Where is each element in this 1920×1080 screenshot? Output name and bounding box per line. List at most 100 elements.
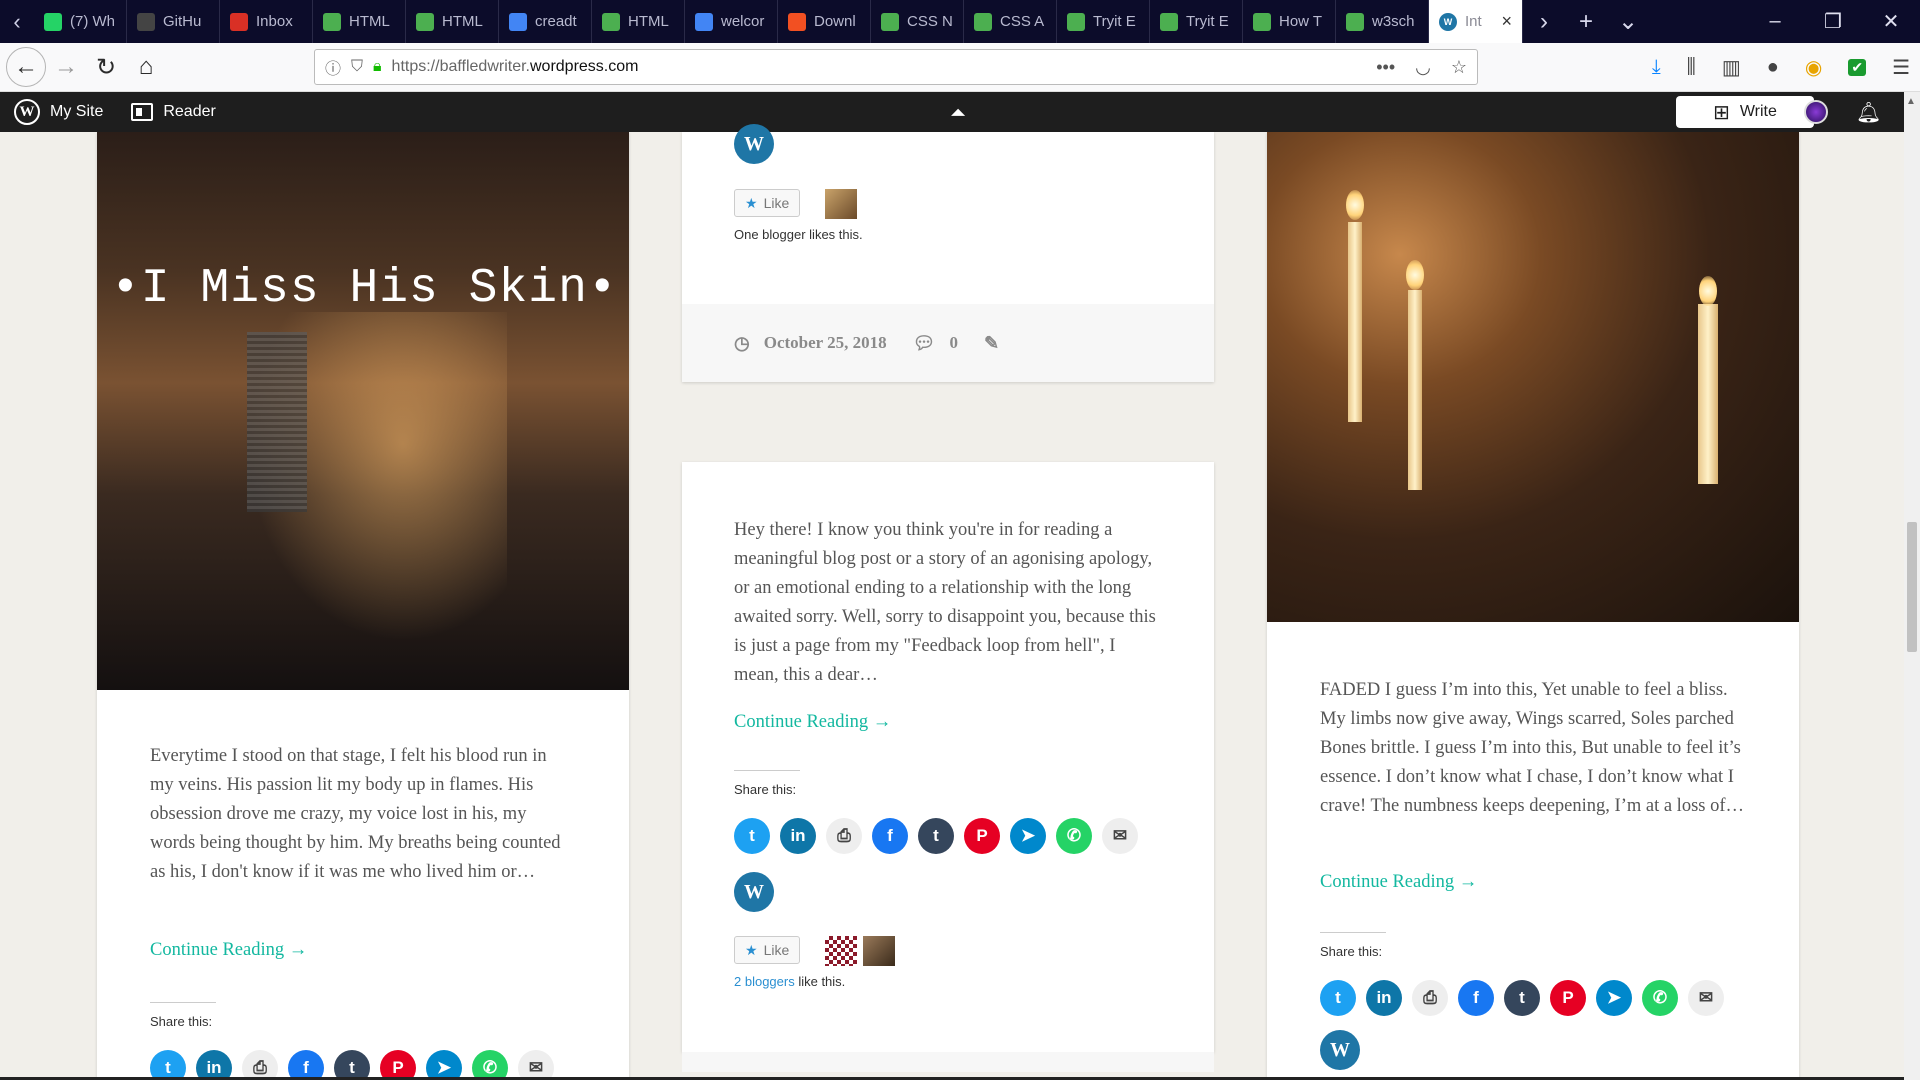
share-email-icon[interactable]: ✉ <box>1102 818 1138 854</box>
tab-item[interactable]: Tryit E <box>1057 0 1150 43</box>
like-button[interactable]: ★ Like <box>734 936 801 964</box>
list-all-tabs-button[interactable]: ⌄ <box>1607 7 1649 36</box>
tab-item[interactable]: Inbox <box>220 0 313 43</box>
minimize-button[interactable]: – <box>1746 10 1804 33</box>
close-tab-icon[interactable]: × <box>1501 11 1512 32</box>
post-image-candles[interactable] <box>1267 132 1799 622</box>
tab-item[interactable]: HTML <box>592 0 685 43</box>
close-window-button[interactable]: ✕ <box>1862 9 1920 34</box>
post-image-night-street[interactable]: •I Miss His Skin• <box>97 132 629 690</box>
share-twitter-icon[interactable]: t <box>734 818 770 854</box>
share-whatsapp-icon[interactable]: ✆ <box>1642 980 1678 1016</box>
share-telegram-icon[interactable]: ➤ <box>1010 818 1046 854</box>
share-tumblr-icon[interactable]: t <box>918 818 954 854</box>
extension-icon[interactable]: ◉ <box>1805 55 1822 80</box>
tab-item[interactable]: HTML <box>313 0 406 43</box>
share-wordpress-icon[interactable]: W <box>1320 1030 1360 1070</box>
library-icon[interactable]: ⫼ <box>1687 56 1696 79</box>
reader-link[interactable]: Reader <box>117 92 229 132</box>
share-facebook-icon[interactable]: f <box>1458 980 1494 1016</box>
bookmark-star-icon[interactable]: ☆ <box>1451 57 1467 78</box>
url-bar[interactable]: ⓘ ⛉ 🔒︎ https://baffledwriter.wordpress.c… <box>314 49 1478 85</box>
notifications-icon[interactable]: 🔔︎ <box>1856 100 1881 125</box>
pocket-icon[interactable]: ◡ <box>1415 57 1431 78</box>
liker-avatar[interactable] <box>863 936 895 966</box>
tab-item[interactable]: CSS N <box>871 0 964 43</box>
tab-item[interactable]: Downl <box>778 0 871 43</box>
page-scrollbar[interactable]: ▲ <box>1904 92 1920 1080</box>
home-button[interactable]: ⌂ <box>126 47 166 87</box>
new-tab-button[interactable]: + <box>1565 8 1607 36</box>
scroll-up-arrow-icon[interactable]: ▲ <box>1906 96 1916 107</box>
share-print-icon[interactable]: ⎙ <box>242 1050 278 1080</box>
write-button[interactable]: ⊞ Write <box>1676 96 1814 128</box>
menu-icon[interactable]: ☰ <box>1892 55 1910 80</box>
avatar[interactable] <box>1804 100 1828 124</box>
flame-shape <box>1406 260 1424 290</box>
comment-count[interactable]: 0 <box>950 333 959 353</box>
scrollbar-thumb[interactable] <box>1907 522 1917 652</box>
w3schools-icon <box>323 12 341 31</box>
share-linkedin-icon[interactable]: in <box>196 1050 232 1080</box>
tab-item[interactable]: GitHu <box>127 0 220 43</box>
lock-icon[interactable]: 🔒︎ <box>373 58 382 76</box>
share-whatsapp-icon[interactable]: ✆ <box>1056 818 1092 854</box>
post-date[interactable]: October 25, 2018 <box>764 333 887 353</box>
sidebar-icon[interactable]: ▥ <box>1722 55 1741 80</box>
liker-avatar[interactable] <box>825 936 857 966</box>
share-wordpress-icon[interactable]: W <box>734 124 774 164</box>
share-tumblr-icon[interactable]: t <box>334 1050 370 1080</box>
continue-reading-link[interactable]: Continue Reading → <box>1320 872 1477 893</box>
share-facebook-icon[interactable]: f <box>288 1050 324 1080</box>
share-email-icon[interactable]: ✉ <box>1688 980 1724 1016</box>
back-button[interactable]: ← <box>6 47 46 87</box>
share-print-icon[interactable]: ⎙ <box>1412 980 1448 1016</box>
share-linkedin-icon[interactable]: in <box>1366 980 1402 1016</box>
tab-item[interactable]: How T <box>1243 0 1336 43</box>
tab-item[interactable]: (7) Wh <box>34 0 127 43</box>
comments-icon[interactable]: 💬︎ <box>913 333 936 354</box>
share-print-icon[interactable]: ⎙ <box>826 818 862 854</box>
share-telegram-icon[interactable]: ➤ <box>426 1050 462 1080</box>
like-button[interactable]: ★ Like <box>734 189 801 217</box>
check-extension-icon[interactable]: ✔ <box>1848 58 1867 76</box>
share-twitter-icon[interactable]: t <box>1320 980 1356 1016</box>
share-linkedin-icon[interactable]: in <box>780 818 816 854</box>
share-pinterest-icon[interactable]: P <box>964 818 1000 854</box>
share-wordpress-icon[interactable]: W <box>734 872 774 912</box>
share-pinterest-icon[interactable]: P <box>380 1050 416 1080</box>
share-whatsapp-icon[interactable]: ✆ <box>472 1050 508 1080</box>
liker-avatar[interactable] <box>825 189 857 219</box>
tab-item[interactable]: w3sch <box>1336 0 1429 43</box>
tab-item[interactable]: Tryit E <box>1150 0 1243 43</box>
info-icon[interactable]: ⓘ <box>325 55 341 79</box>
reload-button[interactable]: ↻ <box>86 47 126 87</box>
edit-icon[interactable]: ✎ <box>984 333 999 354</box>
scroll-top-icon[interactable]: ⏶ <box>950 102 966 125</box>
share-twitter-icon[interactable]: t <box>150 1050 186 1080</box>
tab-label: HTML <box>442 13 483 30</box>
tab-label: Tryit E <box>1186 13 1229 30</box>
account-icon[interactable]: ● <box>1767 56 1779 79</box>
share-facebook-icon[interactable]: f <box>872 818 908 854</box>
download-icon[interactable]: ⤓ <box>1652 56 1661 79</box>
shield-icon[interactable]: ⛉ <box>351 58 363 76</box>
tab-item[interactable]: welcor <box>685 0 778 43</box>
my-site-link[interactable]: W My Site <box>0 92 117 132</box>
share-email-icon[interactable]: ✉ <box>518 1050 554 1080</box>
likes-link[interactable]: 2 bloggers <box>734 974 795 989</box>
share-tumblr-icon[interactable]: t <box>1504 980 1540 1016</box>
tab-item[interactable]: CSS A <box>964 0 1057 43</box>
forward-button[interactable]: → <box>46 47 86 87</box>
restore-button[interactable]: ❐ <box>1804 9 1862 34</box>
tabs-scroll-right-button[interactable]: › <box>1523 8 1565 36</box>
tab-item[interactable]: creadt <box>499 0 592 43</box>
tab-item[interactable]: HTML <box>406 0 499 43</box>
page-actions-icon[interactable]: ••• <box>1376 57 1395 78</box>
tabs-scroll-left-button[interactable]: ‹ <box>0 0 34 43</box>
continue-reading-link[interactable]: Continue Reading → <box>150 940 307 961</box>
share-pinterest-icon[interactable]: P <box>1550 980 1586 1016</box>
continue-reading-link[interactable]: Continue Reading → <box>734 712 891 733</box>
tab-active[interactable]: W Int × <box>1429 0 1523 43</box>
share-telegram-icon[interactable]: ➤ <box>1596 980 1632 1016</box>
